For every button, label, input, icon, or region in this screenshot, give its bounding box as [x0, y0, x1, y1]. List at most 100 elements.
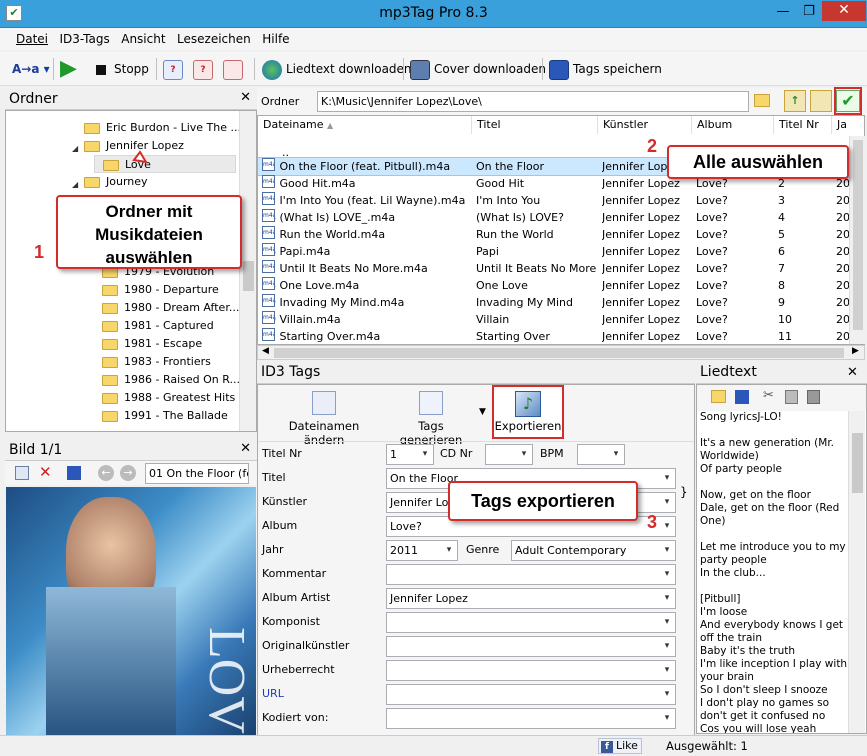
scroll-thumb[interactable] [274, 348, 844, 358]
delete-icon[interactable]: ✕ [39, 463, 52, 481]
original-artist-field[interactable]: ▾ [386, 636, 676, 657]
menu-datei[interactable]: Datei [12, 28, 52, 46]
chevron-down-icon[interactable]: ▼ [479, 407, 486, 417]
tree-item[interactable]: 1988 - Greatest Hits [102, 389, 235, 407]
browse-folder-icon[interactable] [754, 94, 770, 107]
paste-icon[interactable] [807, 390, 820, 404]
minimize-button[interactable]: — [770, 4, 796, 22]
table-row[interactable]: m4a11 Starting Over.m4aStarting OverJenn… [258, 328, 858, 344]
open-folder-icon[interactable] [810, 90, 832, 112]
table-row[interactable]: m4a06 Papi.m4aPapiJennifer LopezLove?620 [258, 243, 858, 260]
cut-icon[interactable]: ✂ [763, 388, 774, 403]
col-artist[interactable]: Künstler [598, 116, 692, 134]
arrow-left-icon[interactable]: ← [98, 465, 114, 481]
open-folder-icon[interactable] [711, 390, 726, 403]
comment-field[interactable]: ▾ [386, 564, 676, 585]
tree-item[interactable]: 1981 - Escape [102, 335, 202, 353]
image-filename-field[interactable]: 01 On the Floor (fea [145, 463, 249, 484]
collapse-icon[interactable]: ◢ [72, 180, 78, 189]
image-panel-close-icon[interactable]: ✕ [240, 441, 251, 456]
lyrics-panel-header: Liedtext ✕ [696, 362, 867, 384]
generate-tags-button[interactable]: Tags generieren [386, 391, 476, 447]
lyrics-scrollbar[interactable] [848, 411, 865, 733]
menu-id3-tags[interactable]: ID3-Tags [56, 28, 114, 46]
folder-up-icon[interactable]: ↑ [784, 90, 806, 112]
tag-convert-2-icon[interactable]: ? [193, 57, 217, 81]
tree-scrollbar[interactable] [239, 111, 256, 431]
table-row[interactable]: m4a10 Villain.m4aVillain Jennifer Lopez Lo… [258, 311, 858, 328]
tree-item[interactable]: 1980 - Dream After... [102, 299, 239, 317]
download-cover-button[interactable]: Cover downloaden [410, 57, 546, 81]
year-field[interactable]: 2011 ▾ [386, 540, 458, 561]
copy-icon[interactable] [785, 390, 798, 404]
path-input[interactable]: K:\Music\Jennifer Lopez\Love\ [317, 91, 749, 112]
scroll-thumb[interactable] [852, 433, 863, 493]
url-label[interactable]: URL [262, 683, 284, 705]
arrow-right-icon[interactable]: → [120, 465, 136, 481]
case-convert-button[interactable]: A→a ▾ [12, 57, 50, 81]
title-cell: Papi [476, 245, 499, 258]
col-filename[interactable]: Dateiname ▲ [258, 116, 472, 134]
tree-item[interactable]: 1983 - Frontiers [102, 353, 211, 371]
table-row[interactable]: m4a07 Until It Beats No More.m4aUntil It… [258, 260, 858, 277]
folder-icon [84, 176, 100, 188]
bpm-field[interactable]: ▾ [577, 444, 625, 465]
menu-lesezeichen[interactable]: Lesezeichen [173, 28, 255, 46]
menu-ansicht[interactable]: Ansicht [117, 28, 169, 46]
table-row[interactable]: m4a08 One Love.m4aOne LoveJennifer Lopez… [258, 277, 858, 294]
title-cell: Until It Beats No More [476, 262, 597, 275]
export-button[interactable]: ♪ Exportieren [492, 385, 564, 439]
folder-icon [102, 392, 118, 404]
lyrics-panel-close-icon[interactable]: ✕ [847, 365, 858, 380]
floppy-icon[interactable] [735, 390, 749, 404]
download-lyrics-button[interactable]: Liedtext downloaden [262, 57, 412, 81]
scroll-left-icon[interactable]: ◀ [262, 346, 269, 356]
table-row[interactable]: m4a03 I'm Into You (feat. Lil Wayne).m4a… [258, 192, 858, 209]
menu-hilfe[interactable]: Hilfe [258, 28, 293, 46]
cd-field[interactable]: ▾ [485, 444, 533, 465]
facebook-like-button[interactable]: f Like [598, 738, 642, 754]
scroll-thumb[interactable] [853, 140, 863, 330]
folder-panel-close-icon[interactable]: ✕ [240, 90, 251, 105]
bpm-label: BPM [540, 447, 564, 460]
tree-item[interactable]: Eric Burdon - Live The ... [84, 119, 241, 137]
collapse-icon[interactable]: ◢ [72, 144, 78, 153]
col-track[interactable]: Titel Nr [774, 116, 832, 134]
scroll-right-icon[interactable]: ▶ [852, 346, 859, 356]
image-panel-header: Bild 1/1 ✕ [5, 439, 257, 461]
album-cell: Love? [696, 228, 728, 241]
file-list-vscrollbar[interactable] [849, 136, 865, 344]
add-image-icon[interactable] [15, 466, 29, 480]
album-artist-field[interactable]: Jennifer Lopez ▾ [386, 588, 676, 609]
track-field[interactable]: 1 ▾ [386, 444, 434, 465]
col-title[interactable]: Titel [472, 116, 598, 134]
rename-files-button[interactable]: Dateinamen ändern [268, 391, 380, 447]
genre-field[interactable]: Adult Contemporary ▾ [511, 540, 676, 561]
tree-item[interactable]: 1991 - The Ballade [102, 407, 228, 425]
folder-icon [102, 338, 118, 350]
url-field[interactable]: ▾ [386, 684, 676, 705]
stop-button[interactable]: Stopp [96, 57, 149, 81]
tree-item[interactable]: 1980 - Departure [102, 281, 219, 299]
col-year[interactable]: Ja [832, 116, 864, 134]
table-row[interactable]: m4a04 (What Is) LOVE_.m4a(What Is) LOVE?… [258, 209, 858, 226]
table-row[interactable]: m4a09 Invading My Mind.m4aInvading My Mi… [258, 294, 858, 311]
save-tags-button[interactable]: Tags speichern [549, 57, 662, 81]
tag-convert-1-icon[interactable]: ? [163, 57, 187, 81]
tree-item[interactable]: 1981 - Captured [102, 317, 214, 335]
tree-item[interactable]: 1986 - Raised On R... [102, 371, 240, 389]
encoded-by-field[interactable]: ▾ [386, 708, 676, 729]
floppy-icon[interactable] [67, 466, 81, 480]
lyrics-text[interactable]: Song lyricsJ-LO! It's a new generation (… [700, 411, 850, 733]
composer-field[interactable]: ▾ [386, 612, 676, 633]
play-icon[interactable]: ▶ [60, 57, 77, 81]
tag-convert-3-icon[interactable] [223, 57, 247, 81]
close-window-button[interactable]: ✕ [822, 1, 866, 21]
artist-label: Künstler [262, 495, 307, 508]
scroll-thumb[interactable] [243, 261, 254, 291]
maximize-button[interactable]: ❐ [796, 4, 822, 22]
col-album[interactable]: Album [692, 116, 774, 134]
table-row[interactable]: m4a05 Run the World.m4aRun the WorldJenn… [258, 226, 858, 243]
copyright-field[interactable]: ▾ [386, 660, 676, 681]
file-list-hscrollbar[interactable]: ◀ ▶ [257, 345, 865, 360]
